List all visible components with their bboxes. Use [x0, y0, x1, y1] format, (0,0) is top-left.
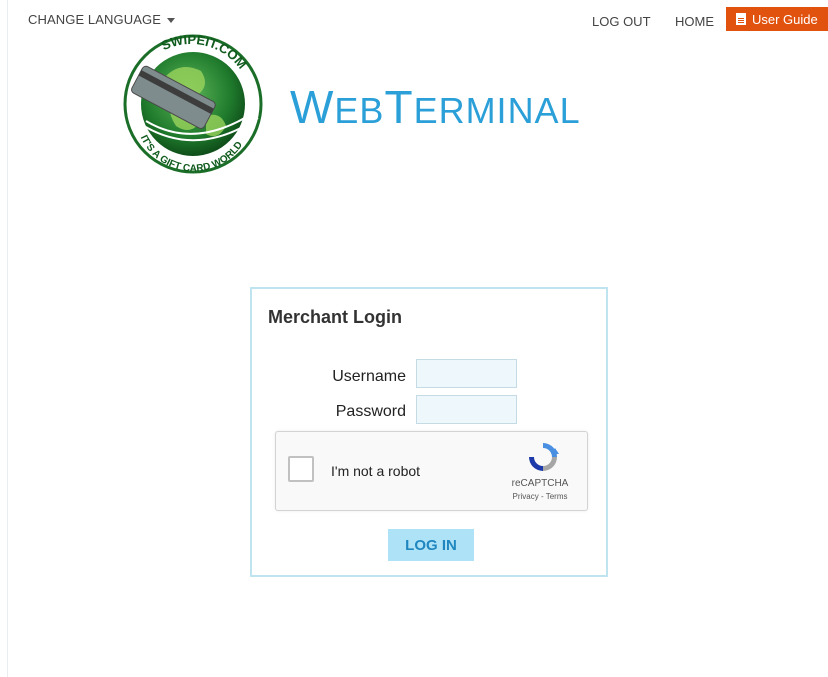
chevron-down-icon	[166, 18, 175, 24]
webterminal-brand: WEBTERMINAL	[290, 84, 581, 130]
recaptcha-widget: I'm not a robot reCAPTCHA Privacy - Term…	[275, 431, 588, 511]
change-language-label: CHANGE LANGUAGE	[28, 12, 161, 27]
brand-eb: EB	[334, 90, 385, 131]
brand-w: W	[290, 81, 335, 133]
password-field[interactable]	[416, 395, 517, 424]
login-title: Merchant Login	[268, 307, 402, 327]
document-icon	[736, 13, 746, 25]
password-label: Password	[335, 403, 406, 420]
recaptcha-checkbox[interactable]	[288, 456, 314, 482]
recaptcha-logo-icon	[529, 443, 559, 471]
recaptcha-brand: reCAPTCHA	[511, 478, 569, 489]
change-language-dropdown[interactable]: CHANGE LANGUAGE	[28, 12, 175, 27]
brand-t: T	[384, 81, 414, 133]
merchant-login-card: Merchant Login Username Password I'm not…	[250, 287, 608, 577]
recaptcha-terms-link[interactable]: Privacy - Terms	[505, 492, 575, 501]
swipeit-globe-logo: SWIPEIT.COM IT'S A GIFT CARD WORLD	[123, 32, 263, 174]
login-button[interactable]: LOG IN	[388, 529, 474, 561]
username-field[interactable]	[416, 359, 517, 388]
user-guide-label: User Guide	[752, 11, 818, 27]
logout-link[interactable]: LOG OUT	[592, 14, 651, 29]
user-guide-button[interactable]: User Guide	[726, 7, 828, 31]
recaptcha-label: I'm not a robot	[331, 463, 421, 479]
home-link[interactable]: HOME	[675, 14, 714, 29]
brand-erminal: ERMINAL	[413, 90, 581, 131]
left-border	[7, 0, 8, 677]
username-label: Username	[332, 368, 406, 385]
